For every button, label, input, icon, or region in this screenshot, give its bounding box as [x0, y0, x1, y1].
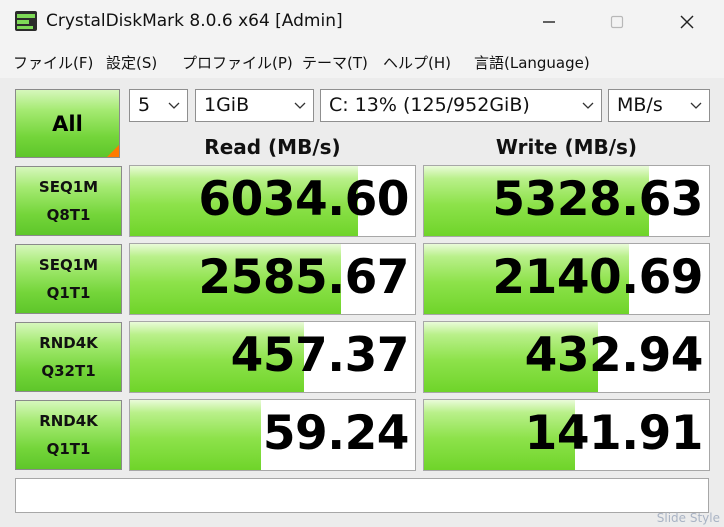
read-progress-bar: [130, 400, 262, 470]
menu-language[interactable]: 言語(Language): [474, 52, 590, 73]
test-button-seq1m-q1t1[interactable]: SEQ1M Q1T1: [15, 244, 122, 314]
count-select[interactable]: 5: [129, 89, 188, 122]
read-value: 59.24: [262, 406, 410, 461]
menu-theme[interactable]: テーマ(T): [302, 52, 368, 73]
write-value: 5328.63: [492, 172, 703, 227]
read-result-cell: 6034.60: [129, 165, 416, 237]
title-bar: CrystalDiskMark 8.0.6 x64 [Admin]: [0, 0, 724, 44]
write-result-cell: 141.91: [423, 399, 710, 471]
write-value: 2140.69: [492, 250, 703, 305]
test-label-line2: Q1T1: [46, 284, 91, 302]
write-column-header: Write (MB/s): [495, 135, 638, 159]
test-label-line2: Q1T1: [46, 440, 91, 458]
chevron-down-icon: [168, 102, 180, 109]
write-value: 432.94: [524, 328, 704, 383]
test-label-line1: RND4K: [39, 334, 98, 352]
chevron-down-icon: [582, 102, 594, 109]
test-label-line1: SEQ1M: [38, 178, 99, 196]
write-result-cell: 2140.69: [423, 243, 710, 315]
test-label-line2: Q32T1: [41, 362, 96, 380]
corner-marker: [107, 145, 119, 157]
write-result-cell: 432.94: [423, 321, 710, 393]
maximize-icon: [610, 15, 624, 29]
write-result-cell: 5328.63: [423, 165, 710, 237]
all-button-label: All: [52, 111, 83, 136]
window-title: CrystalDiskMark 8.0.6 x64 [Admin]: [46, 11, 343, 31]
read-column-header: Read (MB/s): [204, 135, 341, 159]
test-label-line2: Q8T1: [46, 206, 91, 224]
drive-select-value: C: 13% (125/952GiB): [329, 94, 530, 116]
chevron-down-icon: [294, 102, 306, 109]
size-select[interactable]: 1GiB: [195, 89, 314, 122]
unit-select-value: MB/s: [617, 94, 663, 116]
menu-help[interactable]: ヘルプ(H): [383, 52, 451, 73]
read-result-cell: 59.24: [129, 399, 416, 471]
all-button[interactable]: All: [15, 89, 120, 158]
read-result-cell: 457.37: [129, 321, 416, 393]
menu-bar: ファイル(F) 設定(S) プロファイル(P) テーマ(T) ヘルプ(H) 言語…: [0, 44, 724, 78]
menu-file[interactable]: ファイル(F): [13, 52, 93, 73]
chevron-down-icon: [690, 102, 702, 109]
menu-settings[interactable]: 設定(S): [106, 52, 157, 73]
read-value: 2585.67: [198, 250, 409, 305]
close-icon: [680, 15, 694, 29]
maximize-button[interactable]: [586, 0, 648, 44]
test-label-line1: SEQ1M: [38, 256, 99, 274]
size-select-value: 1GiB: [204, 94, 250, 116]
read-result-cell: 2585.67: [129, 243, 416, 315]
count-select-value: 5: [138, 94, 151, 116]
drive-select[interactable]: C: 13% (125/952GiB): [320, 89, 602, 122]
app-icon: [15, 11, 37, 31]
test-button-seq1m-q8t1[interactable]: SEQ1M Q8T1: [15, 166, 122, 236]
read-value: 6034.60: [198, 172, 409, 227]
test-button-rnd4k-q1t1[interactable]: RND4K Q1T1: [15, 400, 122, 470]
test-label-line1: RND4K: [39, 412, 98, 430]
unit-select[interactable]: MB/s: [608, 89, 710, 122]
menu-profile[interactable]: プロファイル(P): [182, 52, 293, 73]
close-button[interactable]: [656, 0, 718, 44]
watermark: Slide Style: [656, 511, 720, 525]
test-button-rnd4k-q32t1[interactable]: RND4K Q32T1: [15, 322, 122, 392]
read-value: 457.37: [230, 328, 410, 383]
minimize-button[interactable]: [518, 0, 580, 44]
write-value: 141.91: [524, 406, 704, 461]
minimize-icon: [543, 21, 555, 23]
status-box: [15, 478, 709, 513]
